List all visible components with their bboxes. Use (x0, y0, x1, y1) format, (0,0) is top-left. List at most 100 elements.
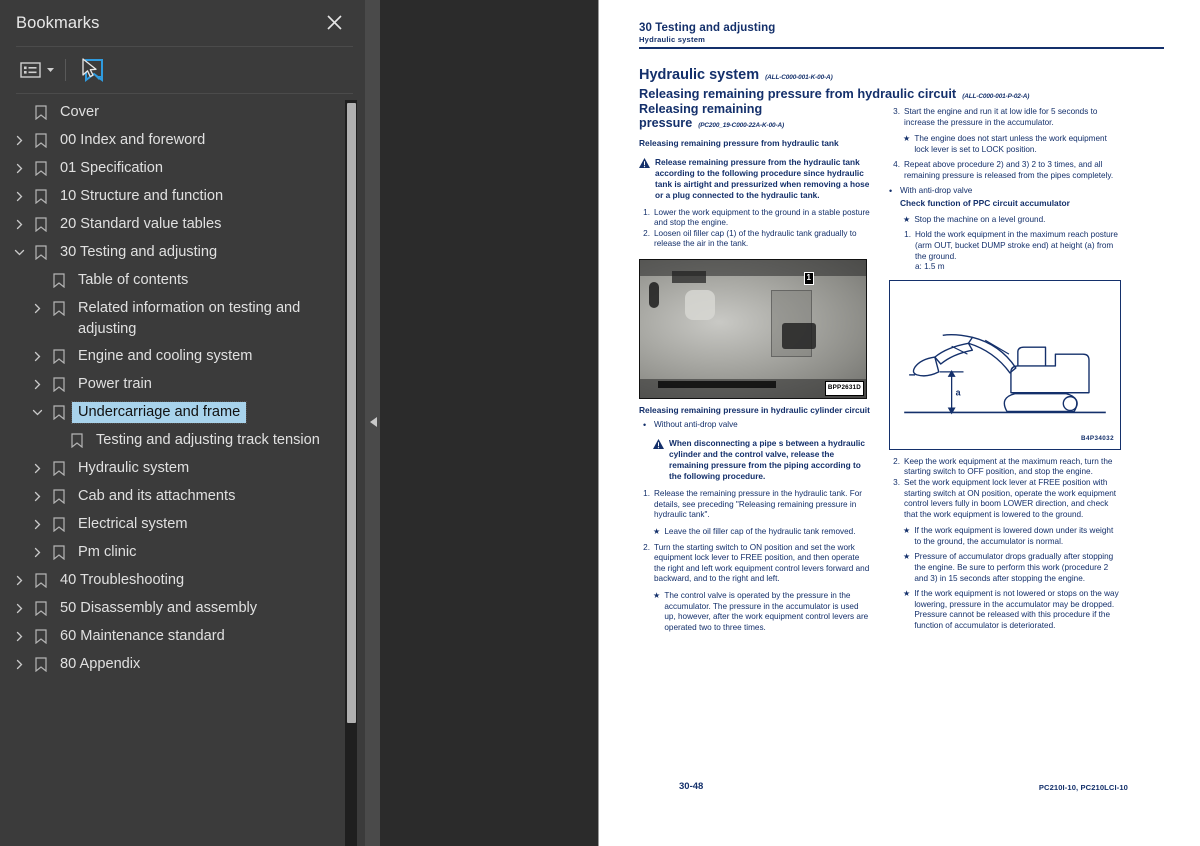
bookmark-twisty[interactable] (26, 402, 48, 418)
bookmarks-tree[interactable]: Cover 00 Index and foreword 01 Specificati… (0, 99, 365, 846)
bookmark-twisty[interactable] (26, 374, 48, 390)
doc-step: 4. Repeat above procedure 2) and 3) 2 to … (889, 160, 1121, 181)
bookmark-twisty[interactable] (8, 130, 30, 146)
bookmark-twisty[interactable] (26, 458, 48, 474)
bookmark-label: Table of contents (78, 272, 189, 288)
right-star-5-text: If the work equipment is not lowered or … (914, 589, 1119, 631)
bookmark-item[interactable]: 50 Disassembly and assembly (0, 595, 365, 623)
bookmark-item[interactable]: Hydraulic system (0, 455, 365, 483)
bookmark-icon (53, 461, 65, 476)
pdf-page[interactable]: 30 Testing and adjusting Hydraulic syste… (598, 0, 1200, 846)
right-bullet-1-text: With anti-drop valve (900, 185, 973, 195)
bookmark-twisty[interactable] (8, 598, 30, 614)
bookmark-item[interactable]: 30 Testing and adjusting (0, 239, 365, 267)
bookmark-item[interactable]: 00 Index and foreword (0, 127, 365, 155)
bookmark-item[interactable]: 10 Structure and function (0, 183, 365, 211)
bookmark-icon (35, 629, 47, 644)
chevron-right-icon (34, 303, 40, 314)
chevron-right-icon (16, 575, 22, 586)
expand-current-bookmark-button[interactable] (76, 56, 110, 84)
bookmark-icon (30, 242, 52, 260)
bookmark-item[interactable]: Undercarriage and frame (0, 399, 365, 427)
step-text: Set the work equipment lock lever at FRE… (904, 477, 1117, 519)
bookmark-twisty[interactable] (26, 542, 48, 558)
bookmark-twisty[interactable] (26, 298, 48, 314)
bookmark-item[interactable]: Testing and adjusting track tension (0, 427, 365, 455)
bookmark-twisty[interactable] (8, 654, 30, 670)
bookmark-item[interactable]: 20 Standard value tables (0, 211, 365, 239)
page-running-header: 30 Testing and adjusting Hydraulic syste… (639, 22, 1164, 49)
bookmark-item[interactable]: 80 Appendix (0, 651, 365, 679)
bookmark-icon (35, 161, 47, 176)
step-number: 2. (643, 542, 650, 552)
star-icon: ★ (903, 589, 911, 599)
left-warning-1: Release remaining pressure from the hydr… (639, 157, 871, 201)
chevron-right-icon (34, 463, 40, 474)
bookmarks-scrollbar-thumb[interactable] (347, 103, 356, 723)
chevron-right-icon (16, 219, 22, 230)
left-warning-2-text: When disconnecting a pipe s between a hy… (669, 438, 865, 482)
bookmark-label: 01 Specification (60, 160, 164, 176)
warning-triangle-icon (639, 157, 650, 201)
bookmark-item[interactable]: Electrical system (0, 511, 365, 539)
bookmark-twisty[interactable] (8, 158, 30, 174)
bookmarks-panel-header: Bookmarks (0, 0, 365, 46)
doc-step: 3. Set the work equipment lock lever at F… (889, 478, 1121, 520)
bookmark-icon (35, 133, 47, 148)
bookmark-icon (48, 542, 70, 560)
running-header-chapter: 30 Testing and adjusting (639, 22, 776, 34)
toolbar-divider (65, 59, 66, 81)
running-header-section: Hydraulic system (639, 35, 706, 44)
figure-photo-code: BPP2631D (824, 381, 864, 396)
bookmark-item[interactable]: Cab and its attachments (0, 483, 365, 511)
figure-photo-hydraulic-tank: 1 BPP2631D (639, 258, 867, 399)
close-icon[interactable] (321, 9, 347, 35)
left-h3-code: (PC200_19-C000-22A-K-00-A) (698, 121, 785, 129)
step-text: Hold the work equipment in the maximum r… (915, 230, 1118, 261)
bookmark-item[interactable]: Power train (0, 371, 365, 399)
bookmark-twisty[interactable] (26, 514, 48, 530)
step-text: Repeat above procedure 2) and 3) 2 to 3 … (904, 160, 1114, 180)
bookmark-label: Hydraulic system (78, 460, 190, 476)
figure-code: B4P34032 (1081, 435, 1114, 443)
page-footer: 30-48 PC210I-10, PC210LCI-10 (679, 781, 1128, 792)
bookmark-label: Cover (60, 104, 99, 120)
bookmark-item[interactable]: Pm clinic (0, 539, 365, 567)
bookmark-twisty[interactable] (8, 626, 30, 642)
left-h4b: Releasing remaining pressure in hydrauli… (639, 404, 870, 415)
bookmark-label: Power train (78, 376, 152, 392)
bookmark-label: Electrical system (78, 516, 188, 532)
collapse-panel-icon[interactable] (368, 414, 380, 430)
bookmark-icon (53, 405, 65, 420)
doc-step: 2. Keep the work equipment at the maximum… (889, 457, 1121, 478)
figure-photo-callout: 1 (803, 271, 814, 285)
right-h4: Check function of PPC circuit accumulato… (900, 198, 1070, 209)
bookmark-item[interactable]: Cover (0, 99, 365, 127)
left-steps-list-3: 2. Turn the starting switch to ON positio… (639, 543, 871, 585)
bookmark-item[interactable]: 40 Troubleshooting (0, 567, 365, 595)
bookmark-label: 10 Structure and function (60, 188, 224, 204)
bookmark-twisty[interactable] (26, 346, 48, 362)
bookmark-item[interactable]: 01 Specification (0, 155, 365, 183)
bookmark-options-button[interactable] (18, 56, 57, 84)
chevron-right-icon (16, 631, 22, 642)
bookmark-twisty[interactable] (8, 186, 30, 202)
bookmark-item[interactable]: Related information on testing and adjus… (0, 295, 365, 343)
bookmark-icon (71, 433, 83, 448)
bookmark-item[interactable]: Table of contents (0, 267, 365, 295)
bookmark-icon (30, 598, 52, 616)
chevron-right-icon (16, 135, 22, 146)
doc-step: 2. Loosen oil filler cap (1) of the hydra… (639, 229, 871, 250)
bookmark-item[interactable]: 60 Maintenance standard (0, 623, 365, 651)
bookmark-item[interactable]: Engine and cooling system (0, 343, 365, 371)
bookmark-twisty[interactable] (8, 570, 30, 586)
bookmark-label: 20 Standard value tables (60, 216, 222, 232)
figure-dimension-label: a (956, 387, 961, 397)
bookmark-icon (30, 570, 52, 588)
right-star-3-text: If the work equipment is lowered down un… (914, 526, 1114, 546)
bookmark-twisty[interactable] (8, 242, 30, 258)
left-warning-2: When disconnecting a pipe s between a hy… (639, 438, 871, 482)
bookmark-label: 40 Troubleshooting (60, 572, 185, 588)
bookmark-twisty[interactable] (8, 214, 30, 230)
bookmark-twisty[interactable] (26, 486, 48, 502)
